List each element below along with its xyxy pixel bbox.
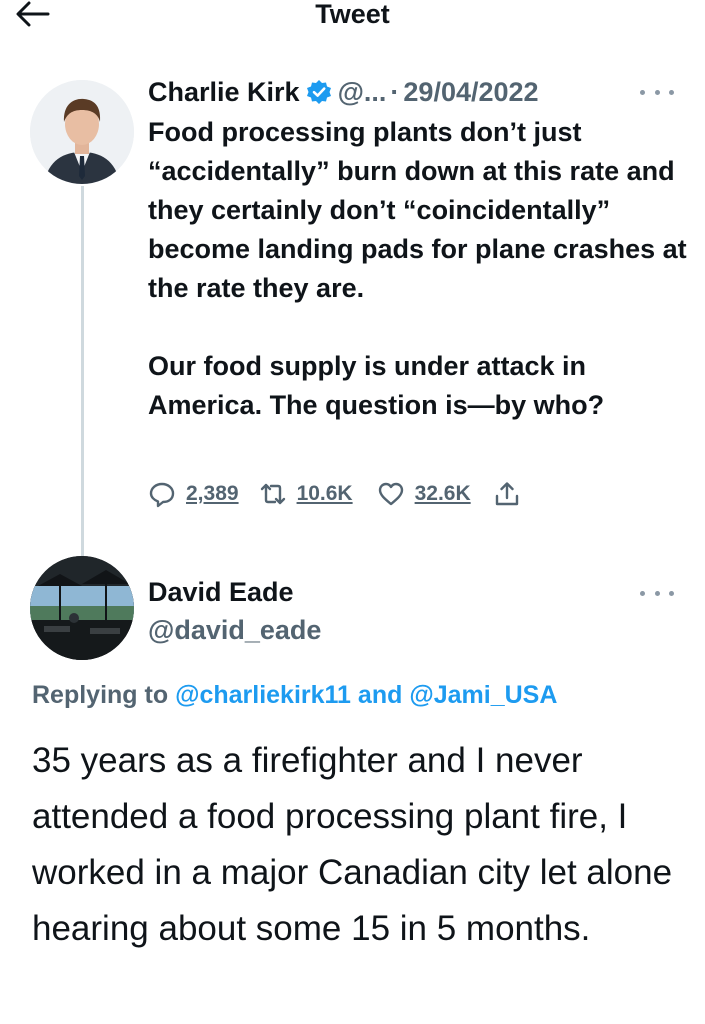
heart-icon <box>378 482 403 506</box>
like-count: 32.6K <box>414 482 471 505</box>
more-options-icon[interactable] <box>640 82 674 102</box>
replying-to: Replying to @charliekirk11 and @Jami_USA <box>32 677 557 713</box>
tweet-paragraph: Our food supply is under attack in Ameri… <box>148 351 605 420</box>
retweet-count: 10.6K <box>296 482 353 505</box>
reply-author-handle[interactable]: @david_eade <box>148 612 321 648</box>
replying-prefix: Replying to <box>32 681 169 709</box>
page-title: Tweet <box>315 0 390 29</box>
retweet-icon <box>260 483 285 505</box>
verified-badge-icon <box>306 79 332 105</box>
top-bar: Tweet <box>0 0 705 32</box>
mention-link[interactable]: @charliekirk11 <box>175 681 351 709</box>
share-icon <box>495 482 518 506</box>
tweet-header: Charlie Kirk @... · 29/04/2022 <box>148 72 539 112</box>
retweet-button[interactable]: 10.6K <box>259 480 353 508</box>
reply-count: 2,389 <box>186 482 239 505</box>
mention-conjunction: and <box>357 681 403 709</box>
mention-link[interactable]: @Jami_USA <box>409 681 557 709</box>
thread-connector-line <box>81 186 84 556</box>
person-avatar-image <box>30 80 134 184</box>
reply-icon <box>149 482 175 508</box>
tweet-paragraph: Food processing plants don’t just “accid… <box>148 117 687 303</box>
share-button[interactable] <box>493 480 521 508</box>
avatar-david-eade[interactable] <box>30 556 134 660</box>
tweet-actions: 2,389 10.6K 32.6K <box>148 476 521 512</box>
scenic-avatar-image <box>30 556 134 660</box>
tweet-date[interactable]: 29/04/2022 <box>403 77 538 108</box>
avatar-charlie-kirk[interactable] <box>30 80 134 184</box>
more-options-icon[interactable] <box>640 583 674 603</box>
reply-button[interactable]: 2,389 <box>148 480 239 508</box>
author-name[interactable]: Charlie Kirk <box>148 77 300 108</box>
like-button[interactable]: 32.6K <box>377 480 471 508</box>
tweet-text: Food processing plants don’t just “accid… <box>148 113 693 425</box>
author-handle[interactable]: @... <box>338 77 387 108</box>
meta-separator: · <box>390 76 400 107</box>
reply-author-name[interactable]: David Eade <box>148 574 294 610</box>
reply-text: 35 years as a firefighter and I never at… <box>32 741 673 948</box>
